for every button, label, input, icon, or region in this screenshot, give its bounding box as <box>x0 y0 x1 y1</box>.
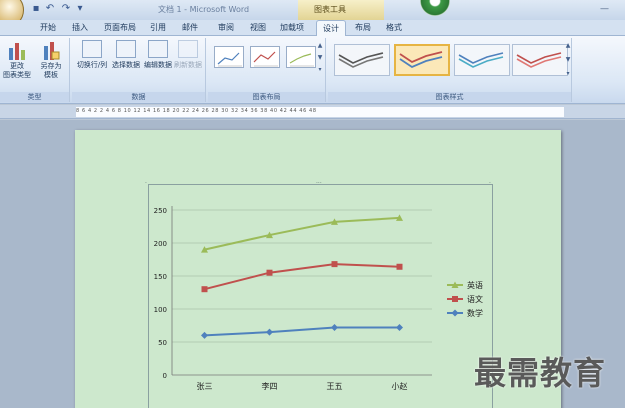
chart-layout-group-label: 图表布局 <box>208 92 325 102</box>
layout-gallery-up-icon[interactable]: ▲ <box>316 42 324 49</box>
bar-chart-icon <box>8 40 26 60</box>
series-line-chinese <box>204 263 400 291</box>
series-line-math <box>204 326 400 337</box>
switch-row-column-button[interactable]: 切换行/列 <box>74 40 110 70</box>
chart-style-thumb-3[interactable] <box>454 44 510 76</box>
y-tick-label: 150 <box>154 273 167 281</box>
save-as-template-button[interactable]: 另存为 模板 <box>36 40 66 80</box>
data-point-math <box>331 323 338 331</box>
switch-row-column-icon <box>82 40 102 58</box>
tab-insert[interactable]: 插入 <box>72 22 88 34</box>
chart-tools-context-label: 图表工具 <box>298 0 384 20</box>
save-as-template-label: 另存为 模板 <box>40 62 62 79</box>
tab-references[interactable]: 引用 <box>150 22 166 34</box>
change-chart-type-label: 更改 图表类型 <box>3 62 31 79</box>
type-group: 更改 图表类型 另存为 模板 类型 <box>0 38 70 102</box>
logo-icon <box>420 0 450 16</box>
minimize-icon[interactable]: — <box>600 4 609 14</box>
data-point-chinese <box>396 263 403 270</box>
legend-label-english: 英语 <box>467 280 483 290</box>
x-tick-label: 张三 <box>197 382 213 391</box>
tab-page-layout[interactable]: 页面布局 <box>104 22 136 34</box>
template-icon <box>42 40 60 60</box>
watermark-text: 最需教育 <box>474 354 607 392</box>
styles-gallery-up-icon[interactable]: ▲ <box>564 42 572 49</box>
chart-layout-group: ▲ ▼ ▾ 图表布局 <box>208 38 326 102</box>
redo-icon[interactable]: ↷ <box>60 3 72 15</box>
tab-mailings[interactable]: 邮件 <box>182 22 198 34</box>
chart-styles-group-label: 图表样式 <box>328 92 571 102</box>
y-tick-label: 200 <box>154 240 167 248</box>
x-tick-label: 李四 <box>262 381 278 391</box>
chart-style-thumb-1[interactable] <box>334 44 390 76</box>
data-point-chinese <box>331 261 338 268</box>
refresh-data-button[interactable]: 刷新数据 <box>170 40 206 70</box>
horizontal-ruler[interactable]: 8 6 4 2 2 4 6 8 10 12 14 16 18 20 22 24 … <box>0 105 625 119</box>
data-point-chinese <box>201 286 208 293</box>
undo-icon[interactable]: ↶ <box>44 3 56 15</box>
ribbon: 更改 图表类型 另存为 模板 类型 切换行/列 选择数据 编辑数据 刷新数据 数… <box>0 36 625 104</box>
save-icon[interactable]: ▪ <box>30 3 42 15</box>
change-chart-type-button[interactable]: 更改 图表类型 <box>2 40 32 80</box>
styles-gallery-more-icon[interactable]: ▾ <box>564 70 572 77</box>
chart-styles-group: ▲ ▼ ▾ 图表样式 <box>328 38 572 102</box>
edit-data-icon <box>148 40 168 58</box>
data-group: 切换行/列 选择数据 编辑数据 刷新数据 数据 <box>72 38 206 102</box>
data-point-chinese <box>266 269 273 276</box>
y-tick-label: 250 <box>154 207 167 215</box>
x-tick-label: 小赵 <box>392 381 408 391</box>
tab-addins[interactable]: 加载项 <box>280 22 304 34</box>
layout-gallery-down-icon[interactable]: ▼ <box>316 54 324 61</box>
x-tick-label: 王五 <box>327 382 343 391</box>
legend-label-chinese: 语文 <box>467 294 483 304</box>
y-tick-label: 100 <box>154 306 167 314</box>
customize-qat-icon[interactable]: ▾ <box>74 3 86 15</box>
tab-design[interactable]: 设计 <box>316 20 346 37</box>
switch-row-column-label: 切换行/列 <box>76 61 108 69</box>
word-window: ▪ ↶ ↷ ▾ 文档 1 - Microsoft Word 图表工具 — 开始 … <box>0 0 625 408</box>
legend-label-math: 数学 <box>467 308 483 318</box>
y-tick-label: 50 <box>158 339 167 347</box>
tab-format[interactable]: 格式 <box>386 22 402 34</box>
layout-gallery-more-icon[interactable]: ▾ <box>316 66 324 73</box>
edit-data-label: 编辑数据 <box>144 61 172 69</box>
series-line-english <box>204 216 400 251</box>
legend-marker-math <box>451 309 459 317</box>
tab-home[interactable]: 开始 <box>40 22 56 34</box>
data-point-math <box>396 323 403 331</box>
select-data-button[interactable]: 选择数据 <box>108 40 144 70</box>
y-tick-label: 0 <box>163 372 167 380</box>
refresh-data-icon <box>178 40 198 58</box>
type-group-label: 类型 <box>0 92 69 102</box>
data-point-math <box>201 331 208 339</box>
data-point-math <box>266 328 273 336</box>
tab-view[interactable]: 视图 <box>250 22 266 34</box>
data-group-label: 数据 <box>72 92 205 102</box>
select-data-label: 选择数据 <box>112 61 140 69</box>
chart-style-thumb-2[interactable] <box>394 44 450 76</box>
tab-review[interactable]: 审阅 <box>218 22 234 34</box>
refresh-data-label: 刷新数据 <box>174 61 202 69</box>
styles-gallery-down-icon[interactable]: ▼ <box>564 56 572 63</box>
window-title: 文档 1 - Microsoft Word <box>158 5 250 14</box>
tab-layout[interactable]: 布局 <box>355 22 371 34</box>
chart-style-thumb-4[interactable] <box>512 44 568 76</box>
select-data-icon <box>116 40 136 58</box>
chart-layout-thumb-3[interactable] <box>286 46 316 68</box>
title-bar: ▪ ↶ ↷ ▾ 文档 1 - Microsoft Word 图表工具 — <box>0 0 625 28</box>
ruler-numbers: 8 6 4 2 2 4 6 8 10 12 14 16 18 20 22 24 … <box>76 108 317 114</box>
ribbon-tab-bar: 开始 插入 页面布局 引用 邮件 审阅 视图 加载项 设计 布局 格式 <box>0 20 625 37</box>
chart-layout-thumb-2[interactable] <box>250 46 280 68</box>
legend-marker-chinese <box>452 296 458 302</box>
chart-layout-thumb-1[interactable] <box>214 46 244 68</box>
